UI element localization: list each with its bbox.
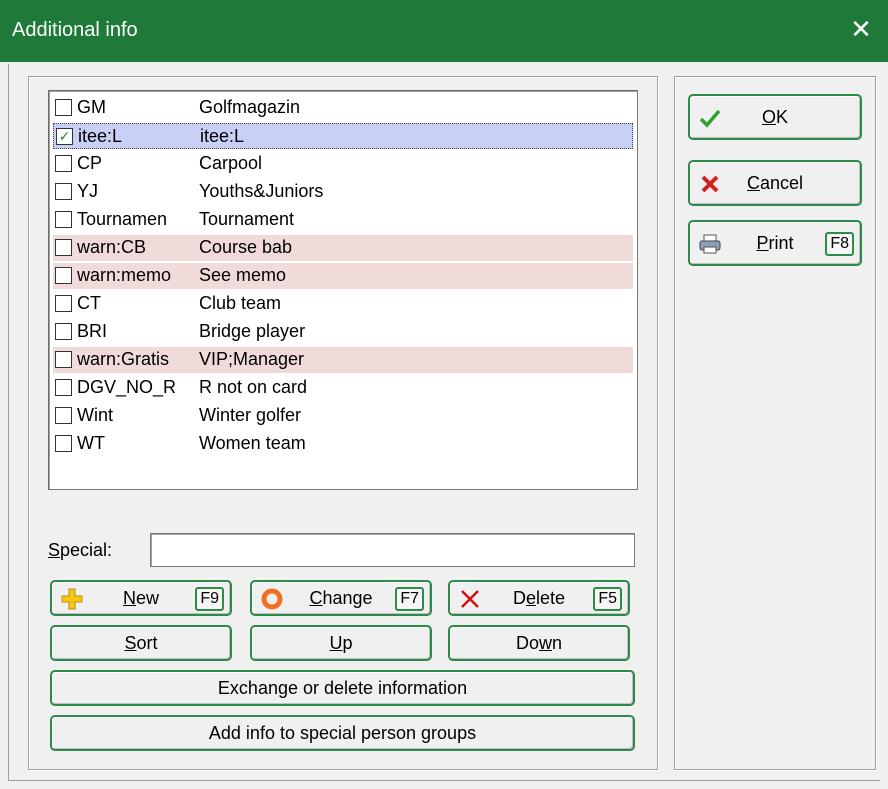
item-description: Winter golfer (199, 405, 302, 425)
up-button[interactable]: Up (250, 625, 432, 661)
item-code: CT (77, 293, 101, 313)
print-button-label: Print (756, 232, 794, 253)
new-button-label: New (122, 587, 159, 608)
item-description: See memo (199, 265, 287, 285)
sort-button[interactable]: Sort (50, 625, 232, 661)
list-item[interactable]: YJ Youths&Juniors (53, 179, 633, 205)
list-item[interactable]: Wint Winter golfer (53, 403, 633, 429)
item-code: Wint (77, 405, 113, 425)
list-item[interactable]: BRI Bridge player (53, 319, 633, 345)
list-item[interactable]: CP Carpool (53, 151, 633, 177)
item-checkbox[interactable] (55, 435, 72, 452)
item-description: Golfmagazin (199, 97, 301, 117)
close-icon[interactable]: ✕ (848, 14, 874, 44)
item-code: WT (77, 433, 105, 453)
item-description: Course bab (199, 237, 293, 257)
f9-key-badge: F9 (195, 587, 224, 611)
list-item[interactable]: warn:Gratis VIP;Manager (53, 347, 633, 373)
item-checkbox[interactable] (55, 211, 72, 228)
item-description: VIP;Manager (199, 349, 305, 369)
item-code: DGV_NO_R (77, 377, 177, 397)
cancel-button[interactable]: Cancel (688, 160, 862, 206)
print-button[interactable]: Print F8 (688, 220, 862, 266)
list-item[interactable]: ✓ itee:L itee:L (53, 123, 633, 149)
down-button-label: Down (515, 632, 563, 653)
down-button[interactable]: Down (448, 625, 630, 661)
list-item[interactable]: Tournamen Tournament (53, 207, 633, 233)
list-item[interactable]: CT Club team (53, 291, 633, 317)
item-checkbox[interactable] (55, 239, 72, 256)
item-code: CP (77, 153, 103, 173)
item-description: Carpool (199, 153, 263, 173)
special-label: Special: (48, 540, 113, 560)
exchange-button-label: Exchange or delete information (217, 677, 468, 698)
item-description: Bridge player (199, 321, 306, 341)
item-description: Youths&Juniors (199, 181, 324, 201)
f7-key-badge: F7 (395, 587, 424, 611)
item-checkbox[interactable] (55, 183, 72, 200)
item-checkbox[interactable] (55, 379, 72, 396)
red-x-icon (698, 172, 722, 196)
special-input[interactable] (150, 533, 635, 567)
delete-x-icon (458, 587, 482, 611)
printer-icon (698, 232, 722, 256)
item-description: Club team (199, 293, 282, 313)
ok-button-label: OK (761, 106, 789, 127)
ok-button[interactable]: OK (688, 94, 862, 140)
item-description: Tournament (199, 209, 295, 229)
item-code: YJ (77, 181, 99, 201)
add-info-groups-button[interactable]: Add info to special person groups (50, 715, 635, 751)
item-description: itee:L (200, 126, 245, 146)
item-checkbox[interactable] (55, 99, 72, 116)
info-listbox[interactable]: GM Golfmagazin ✓ itee:L itee:L CP Carpool YJ You… (48, 90, 638, 490)
list-item[interactable]: WT Women team (53, 431, 633, 457)
item-checkbox[interactable] (55, 295, 72, 312)
item-checkbox[interactable] (55, 323, 72, 340)
f8-key-badge: F8 (825, 232, 854, 256)
item-code: warn:Gratis (77, 349, 170, 369)
add-info-groups-button-label: Add info to special person groups (208, 722, 477, 743)
item-checkbox[interactable] (55, 407, 72, 424)
title-bar: Additional info ✕ (0, 0, 888, 62)
list-item[interactable]: warn:memo See memo (53, 263, 633, 289)
item-checkbox[interactable]: ✓ (56, 128, 73, 145)
window-title: Additional info (12, 19, 138, 41)
item-description: R not on card (199, 377, 308, 397)
item-code: GM (77, 97, 106, 117)
checkmark-icon (698, 106, 722, 130)
item-code: warn:CB (77, 237, 147, 257)
plus-icon (60, 587, 84, 611)
list-item[interactable]: DGV_NO_R R not on card (53, 375, 633, 401)
item-code: Tournamen (77, 209, 168, 229)
item-code: BRI (77, 321, 108, 341)
item-code: warn:memo (77, 265, 172, 285)
delete-button[interactable]: Delete F5 (448, 580, 630, 616)
sort-button-label: Sort (124, 632, 158, 653)
f5-key-badge: F5 (593, 587, 622, 611)
list-item[interactable]: GM Golfmagazin (53, 95, 633, 121)
change-button-label: Change (309, 587, 373, 608)
up-button-label: Up (329, 632, 353, 653)
ring-icon (260, 587, 284, 611)
delete-button-label: Delete (512, 587, 566, 608)
item-description: Women team (199, 433, 306, 453)
item-checkbox[interactable] (55, 155, 72, 172)
exchange-button[interactable]: Exchange or delete information (50, 670, 635, 706)
new-button[interactable]: New F9 (50, 580, 232, 616)
item-checkbox[interactable] (55, 267, 72, 284)
item-checkbox[interactable] (55, 351, 72, 368)
change-button[interactable]: Change F7 (250, 580, 432, 616)
list-item[interactable]: warn:CB Course bab (53, 235, 633, 261)
item-code: itee:L (78, 126, 123, 146)
cancel-button-label: Cancel (746, 172, 804, 193)
